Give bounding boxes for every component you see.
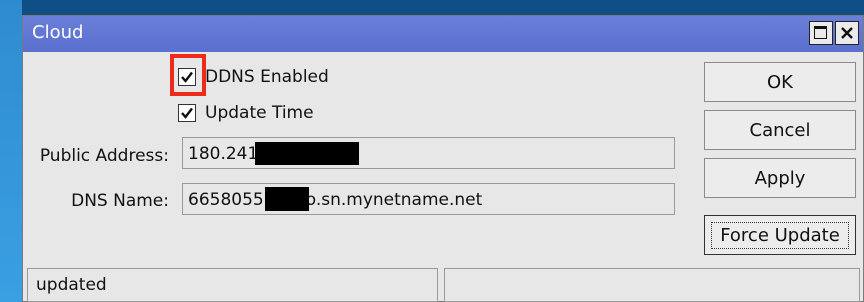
close-icon[interactable] — [835, 21, 859, 45]
ok-button[interactable]: OK — [704, 62, 856, 102]
redaction-bar — [265, 187, 309, 211]
title-bar[interactable]: Cloud — [23, 16, 863, 52]
window-title: Cloud — [32, 22, 84, 43]
highlight-box — [170, 54, 206, 96]
public-address-label: Public Address: — [39, 146, 169, 166]
status-text: updated — [36, 275, 107, 295]
ddns-enabled-label: DDNS Enabled — [205, 67, 329, 87]
status-bar-right — [444, 268, 860, 302]
update-time-row[interactable]: Update Time — [178, 103, 314, 123]
maximize-icon[interactable] — [809, 21, 833, 45]
cloud-window: Cloud DDNS Enabled Update Time Public Ad… — [22, 15, 864, 302]
update-time-checkbox[interactable] — [178, 104, 196, 122]
public-address-value: 180.241 — [188, 144, 259, 164]
dns-name-prefix: 6658055 — [188, 190, 264, 210]
apply-button[interactable]: Apply — [704, 158, 856, 198]
redaction-bar — [255, 142, 359, 165]
dns-name-suffix: o.sn.mynetname.net — [305, 190, 483, 210]
dns-name-label: DNS Name: — [71, 191, 169, 211]
force-update-button[interactable]: Force Update — [704, 215, 856, 255]
update-time-label: Update Time — [205, 103, 314, 123]
dns-name-field[interactable]: 6658055 o.sn.mynetname.net — [182, 183, 675, 215]
status-bar-left: updated — [27, 268, 438, 302]
cancel-button[interactable]: Cancel — [704, 110, 856, 150]
